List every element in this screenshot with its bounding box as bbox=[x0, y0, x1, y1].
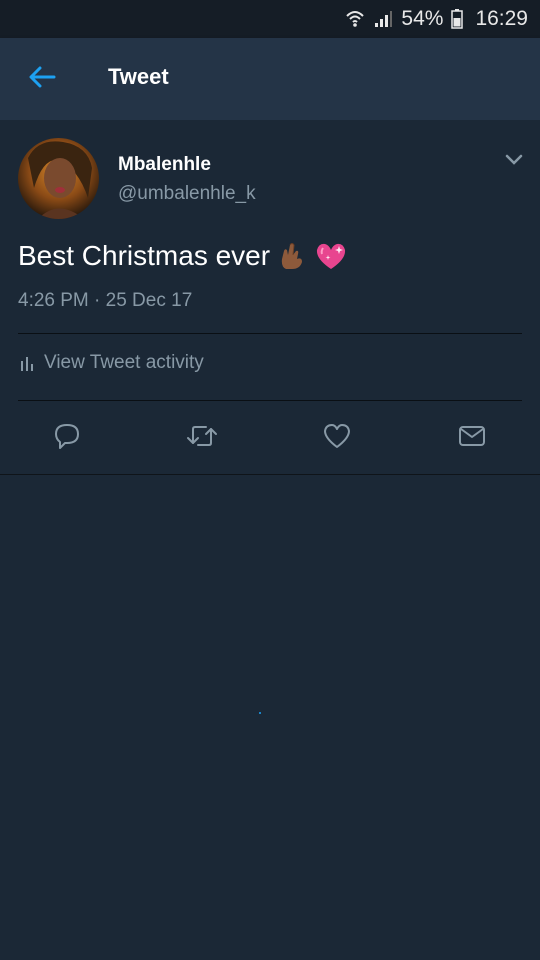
reply-button[interactable] bbox=[49, 420, 85, 456]
tweet-timestamp: 4:26 PM · 25 Dec 17 bbox=[18, 290, 193, 311]
chevron-down-icon bbox=[505, 153, 523, 171]
tweet-detail: Mbalenhle @umbalenhle_k Best Christmas e… bbox=[0, 120, 540, 475]
tweet-text-content: Best Christmas ever bbox=[18, 240, 271, 271]
status-bar: 54% 16:29 bbox=[0, 0, 540, 38]
bar-chart-icon bbox=[20, 355, 34, 371]
display-name[interactable]: Mbalenhle bbox=[118, 154, 211, 176]
back-arrow-icon bbox=[28, 66, 56, 93]
direct-message-icon bbox=[458, 425, 486, 452]
like-button[interactable] bbox=[319, 420, 355, 456]
finger-crossed-emoji bbox=[278, 241, 306, 271]
back-button[interactable] bbox=[22, 60, 62, 98]
clock: 16:29 bbox=[475, 7, 528, 30]
retweet-button[interactable] bbox=[184, 420, 220, 456]
divider bbox=[18, 400, 522, 401]
battery-percentage: 54% bbox=[401, 7, 444, 30]
app-bar: Tweet bbox=[0, 38, 540, 120]
signal-icon bbox=[373, 9, 393, 29]
tweet-text: Best Christmas ever bbox=[18, 240, 348, 272]
activity-label: View Tweet activity bbox=[44, 352, 204, 373]
page-title: Tweet bbox=[108, 64, 169, 89]
loading-indicator bbox=[259, 712, 261, 714]
user-handle[interactable]: @umbalenhle_k bbox=[118, 183, 256, 205]
view-tweet-activity-link[interactable]: View Tweet activity bbox=[20, 352, 204, 374]
reply-icon bbox=[53, 422, 81, 455]
tweet-menu-button[interactable] bbox=[502, 150, 526, 174]
divider bbox=[18, 333, 522, 334]
retweet-icon bbox=[186, 423, 218, 454]
like-icon bbox=[323, 423, 351, 454]
battery-icon bbox=[451, 9, 464, 29]
avatar[interactable] bbox=[18, 138, 99, 219]
wifi-icon bbox=[345, 9, 365, 29]
direct-message-button[interactable] bbox=[454, 420, 490, 456]
tweet-actions bbox=[0, 420, 540, 456]
sparkling-heart-emoji bbox=[314, 241, 348, 271]
